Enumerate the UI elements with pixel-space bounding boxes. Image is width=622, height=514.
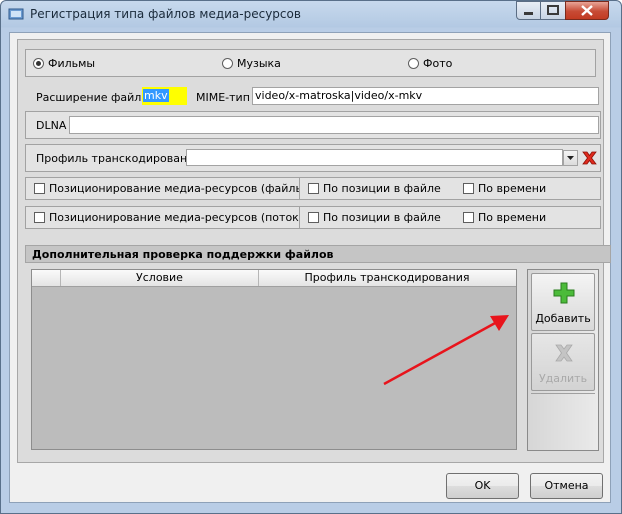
annotation-arrow	[383, 315, 509, 386]
